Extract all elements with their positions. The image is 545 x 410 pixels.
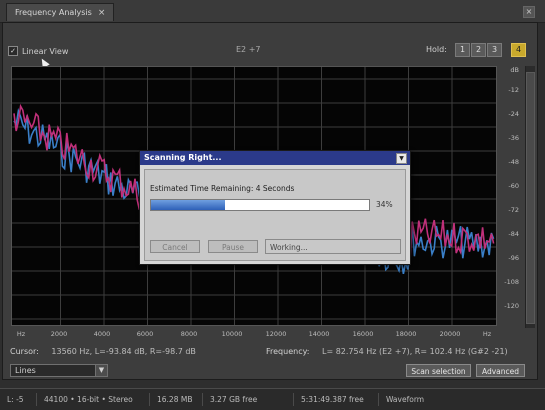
y-unit-label: dB [510, 66, 519, 74]
estimated-time: Estimated Time Remaining: 4 Seconds [150, 184, 295, 193]
hold-button-4[interactable]: 4 [511, 43, 526, 57]
status-view: Waveform [386, 395, 425, 404]
progress-bar [150, 199, 370, 211]
dialog-title: Scanning Right... [140, 151, 410, 165]
hold-label: Hold: [426, 45, 447, 54]
y-tick: -60 [508, 182, 519, 190]
tab-frequency-analysis[interactable]: Frequency Analysis × [6, 3, 114, 21]
dialog-menu-icon[interactable]: ▼ [396, 153, 407, 164]
linear-view-label: Linear View [22, 46, 69, 56]
close-icon[interactable]: × [98, 8, 106, 18]
panel-close-icon[interactable]: × [523, 6, 535, 18]
status-free-space: 3.27 GB free [203, 393, 294, 406]
progress-fill [151, 200, 226, 210]
frequency-readout: Frequency: L= 82.754 Hz (E2 +7), R= 102.… [266, 347, 508, 356]
status-size: 16.28 MB [150, 393, 203, 406]
x-tick: 18000 [395, 330, 417, 338]
y-tick: -108 [504, 278, 519, 286]
dialog-status: Working... [265, 239, 401, 254]
pause-button[interactable]: Pause [208, 240, 258, 253]
hold-button-2[interactable]: 2 [471, 43, 486, 57]
scrollbar-thumb[interactable] [526, 72, 535, 324]
x-tick: 4000 [93, 330, 111, 338]
x-tick: 16000 [352, 330, 374, 338]
graph-style-select[interactable]: Lines ▼ [10, 364, 108, 377]
y-tick: -12 [508, 86, 519, 94]
cursor-value: 13560 Hz, L=-93.84 dB, R=-98.7 dB [51, 347, 196, 356]
status-channel: L: -5 [0, 393, 37, 406]
y-axis: dB -12 -24 -36 -48 -60 -72 -84 -96 -108 … [497, 66, 523, 326]
linear-view-toggle[interactable]: ✓ Linear View [8, 44, 68, 58]
y-tick: -36 [508, 134, 519, 142]
checkbox-icon[interactable]: ✓ [8, 46, 18, 56]
x-tick: Hz [482, 330, 492, 338]
scanning-dialog: Scanning Right... ▼ Estimated Time Remai… [139, 150, 411, 265]
cursor-label: Cursor: [10, 347, 39, 356]
status-bar: L: -5 44100 • 16-bit • Stereo 16.28 MB 3… [0, 388, 545, 410]
hold-button-1[interactable]: 1 [455, 43, 470, 57]
x-tick: 10000 [221, 330, 243, 338]
y-tick: -84 [508, 230, 519, 238]
graph-style-value: Lines [15, 366, 36, 375]
cursor-readout: Cursor: 13560 Hz, L=-93.84 dB, R=-98.7 d… [10, 347, 196, 356]
hold-button-3[interactable]: 3 [487, 43, 502, 57]
status-time-free: 5:31:49.387 free [294, 393, 379, 406]
scan-selection-button[interactable]: Scan selection [406, 364, 471, 377]
chevron-down-icon[interactable]: ▼ [95, 365, 107, 376]
status-format: 44100 • 16-bit • Stereo [37, 393, 150, 406]
advanced-button[interactable]: Advanced [476, 364, 525, 377]
tab-title: Frequency Analysis [15, 8, 92, 17]
x-tick: 6000 [136, 330, 154, 338]
x-tick: 2000 [50, 330, 68, 338]
y-tick: -120 [504, 302, 519, 310]
y-tick: -72 [508, 206, 519, 214]
x-tick: 8000 [180, 330, 198, 338]
x-tick: Hz [16, 330, 26, 338]
x-tick: 12000 [265, 330, 287, 338]
frequency-label: Frequency: [266, 347, 310, 356]
y-tick: -96 [508, 254, 519, 262]
progress-percent: 34% [376, 200, 393, 209]
frequency-value: L= 82.754 Hz (E2 +7), R= 102.4 Hz (G#2 -… [322, 347, 508, 356]
cancel-button[interactable]: Cancel [150, 240, 200, 253]
x-tick: 14000 [308, 330, 330, 338]
y-tick: -48 [508, 158, 519, 166]
y-tick: -24 [508, 110, 519, 118]
pitch-note: E2 +7 [236, 45, 261, 54]
x-tick: 20000 [439, 330, 461, 338]
